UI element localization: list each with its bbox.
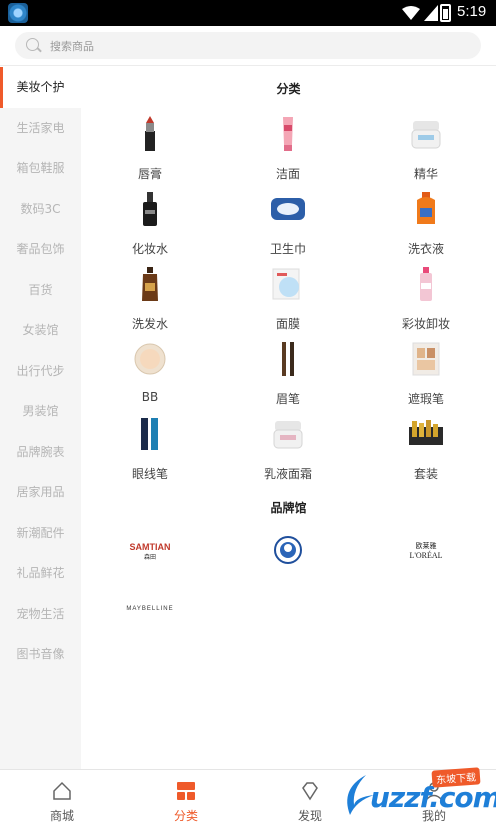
sidebar-item-digital[interactable]: 数码3C [0, 189, 81, 230]
category-brow-pencil[interactable]: 眉笔 [219, 332, 357, 407]
svg-text:欧莱雅: 欧莱雅 [416, 541, 437, 550]
watermark-badge: 东坡下载 [431, 767, 481, 788]
category-label: 眉笔 [275, 392, 300, 406]
category-toner[interactable]: 化妆水 [81, 182, 219, 257]
search-icon [26, 38, 39, 51]
app-notification-icon [8, 3, 28, 23]
mentholatum-logo [274, 536, 302, 564]
category-cleanser[interactable]: 洁面 [219, 107, 357, 182]
tab-mall[interactable]: 商城 [0, 770, 124, 827]
category-makeup-remover[interactable]: 彩妆卸妆 [357, 257, 495, 332]
gift-set-icon [409, 420, 443, 445]
eyeliner-icon [141, 418, 158, 450]
mask-pack-icon [272, 268, 300, 300]
category-label: BB [141, 390, 159, 404]
brand-loreal[interactable]: 欧莱雅 L'ORÉAL [357, 535, 495, 565]
category-icon [177, 782, 195, 800]
brand-maybelline[interactable]: MAYBELLINE [81, 595, 219, 625]
category-label: 面膜 [275, 317, 300, 331]
sidebar-item-transport[interactable]: 出行代步 [0, 351, 81, 392]
category-pads[interactable]: 卫生巾 [219, 182, 357, 257]
category-label: 乳液面霜 [263, 467, 312, 481]
svg-text:SAMTIAN: SAMTIAN [130, 542, 171, 552]
category-detergent[interactable]: 洗衣液 [357, 182, 495, 257]
svg-text:MAYBELLINE: MAYBELLINE [126, 606, 173, 612]
category-label: 化妆水 [131, 242, 168, 256]
category-essence[interactable]: 精华 [357, 107, 495, 182]
tab-label: 商城 [49, 809, 74, 823]
clock: 5:19 [457, 3, 487, 20]
brand-row: MAYBELLINE [81, 595, 496, 645]
sidebar-item-books[interactable]: 图书音像 [0, 634, 81, 675]
category-lipstick[interactable]: 唇膏 [81, 107, 219, 182]
category-shampoo[interactable]: 洗发水 [81, 257, 219, 332]
brand-samtian[interactable]: SAMTIAN 森田 [81, 535, 219, 565]
category-label: 彩妆卸妆 [401, 317, 450, 331]
concealer-palette-icon [412, 342, 440, 376]
cleanser-tube-icon [283, 117, 293, 151]
category-label: 套装 [413, 467, 438, 481]
sidebar-item-bags-shoes[interactable]: 箱包鞋服 [0, 148, 81, 189]
sidebar-item-pets[interactable]: 宠物生活 [0, 594, 81, 635]
discover-icon [302, 782, 318, 801]
status-bar: 5:19 [0, 0, 496, 26]
sidebar-item-appliances[interactable]: 生活家电 [0, 108, 81, 149]
sidebar-item-womens[interactable]: 女装馆 [0, 310, 81, 351]
brow-pencil-icon [282, 342, 294, 376]
search-placeholder: 搜索商品 [50, 40, 94, 53]
sidebar-item-watches[interactable]: 品牌腕表 [0, 432, 81, 473]
category-label: 精华 [413, 167, 438, 181]
category-label: 卫生巾 [269, 242, 306, 256]
sidebar-item-home[interactable]: 居家用品 [0, 472, 81, 513]
serum-bottle-icon [143, 192, 157, 226]
brand-mentholatum[interactable] [219, 535, 357, 565]
cream-jar-icon [273, 421, 303, 449]
watermark: uzzf.com 东坡下载 [330, 767, 496, 827]
category-mask[interactable]: 面膜 [219, 257, 357, 332]
wifi-icon [402, 6, 420, 20]
category-sets[interactable]: 套装 [357, 407, 495, 482]
sidebar-item-beauty[interactable]: 美妆个护 [0, 67, 81, 108]
loreal-logo: 欧莱雅 L'ORÉAL [410, 541, 443, 560]
category-section-title: 分类 [276, 82, 301, 96]
pad-pack-icon [271, 198, 305, 220]
category-label: 眼线笔 [131, 467, 168, 481]
cream-jar-icon [411, 121, 441, 149]
remover-bottle-icon [420, 267, 432, 301]
detergent-bottle-icon [417, 192, 435, 224]
category-label: 洁面 [275, 167, 300, 181]
category-label: 唇膏 [137, 167, 162, 181]
samtian-logo: SAMTIAN 森田 [130, 542, 171, 561]
category-label: 遮瑕笔 [407, 392, 444, 406]
tab-category[interactable]: 分类 [124, 770, 248, 827]
svg-text:L'ORÉAL: L'ORÉAL [410, 550, 443, 560]
sidebar-item-general[interactable]: 百货 [0, 270, 81, 311]
sidebar-item-luxury[interactable]: 奢品包饰 [0, 229, 81, 270]
brand-row: SAMTIAN 森田 欧莱雅 L'ORÉAL [81, 535, 496, 585]
category-bb[interactable]: BB [81, 332, 219, 407]
svg-text:森田: 森田 [144, 553, 156, 561]
search-bar: 搜索商品 [0, 26, 496, 66]
category-concealer[interactable]: 遮瑕笔 [357, 332, 495, 407]
lipstick-icon [145, 116, 155, 151]
category-label: 洗发水 [131, 317, 168, 331]
tab-label: 分类 [173, 809, 198, 823]
category-label: 洗衣液 [407, 242, 444, 256]
category-lotion-cream[interactable]: 乳液面霜 [219, 407, 357, 482]
battery-icon [440, 4, 451, 22]
brand-section-title: 品牌馆 [270, 501, 307, 515]
maybelline-logo: MAYBELLINE [126, 606, 173, 612]
sidebar-item-accessories[interactable]: 新潮配件 [0, 513, 81, 554]
category-sidebar: 美妆个护 生活家电 箱包鞋服 数码3C 奢品包饰 百货 女装馆 出行代步 男装馆… [0, 67, 81, 769]
home-icon [53, 781, 71, 800]
category-content: 分类 唇膏 洁面 精华 化妆水 卫生巾 洗衣液 洗发水 面膜 彩妆卸妆 BB 眉… [81, 67, 496, 769]
search-input[interactable]: 搜索商品 [15, 32, 481, 59]
sidebar-item-gifts[interactable]: 礼品鲜花 [0, 553, 81, 594]
shampoo-bottle-icon [142, 267, 158, 301]
compact-icon [134, 343, 166, 375]
signal-icon [424, 5, 438, 21]
sidebar-item-mens[interactable]: 男装馆 [0, 391, 81, 432]
category-eyeliner[interactable]: 眼线笔 [81, 407, 219, 482]
